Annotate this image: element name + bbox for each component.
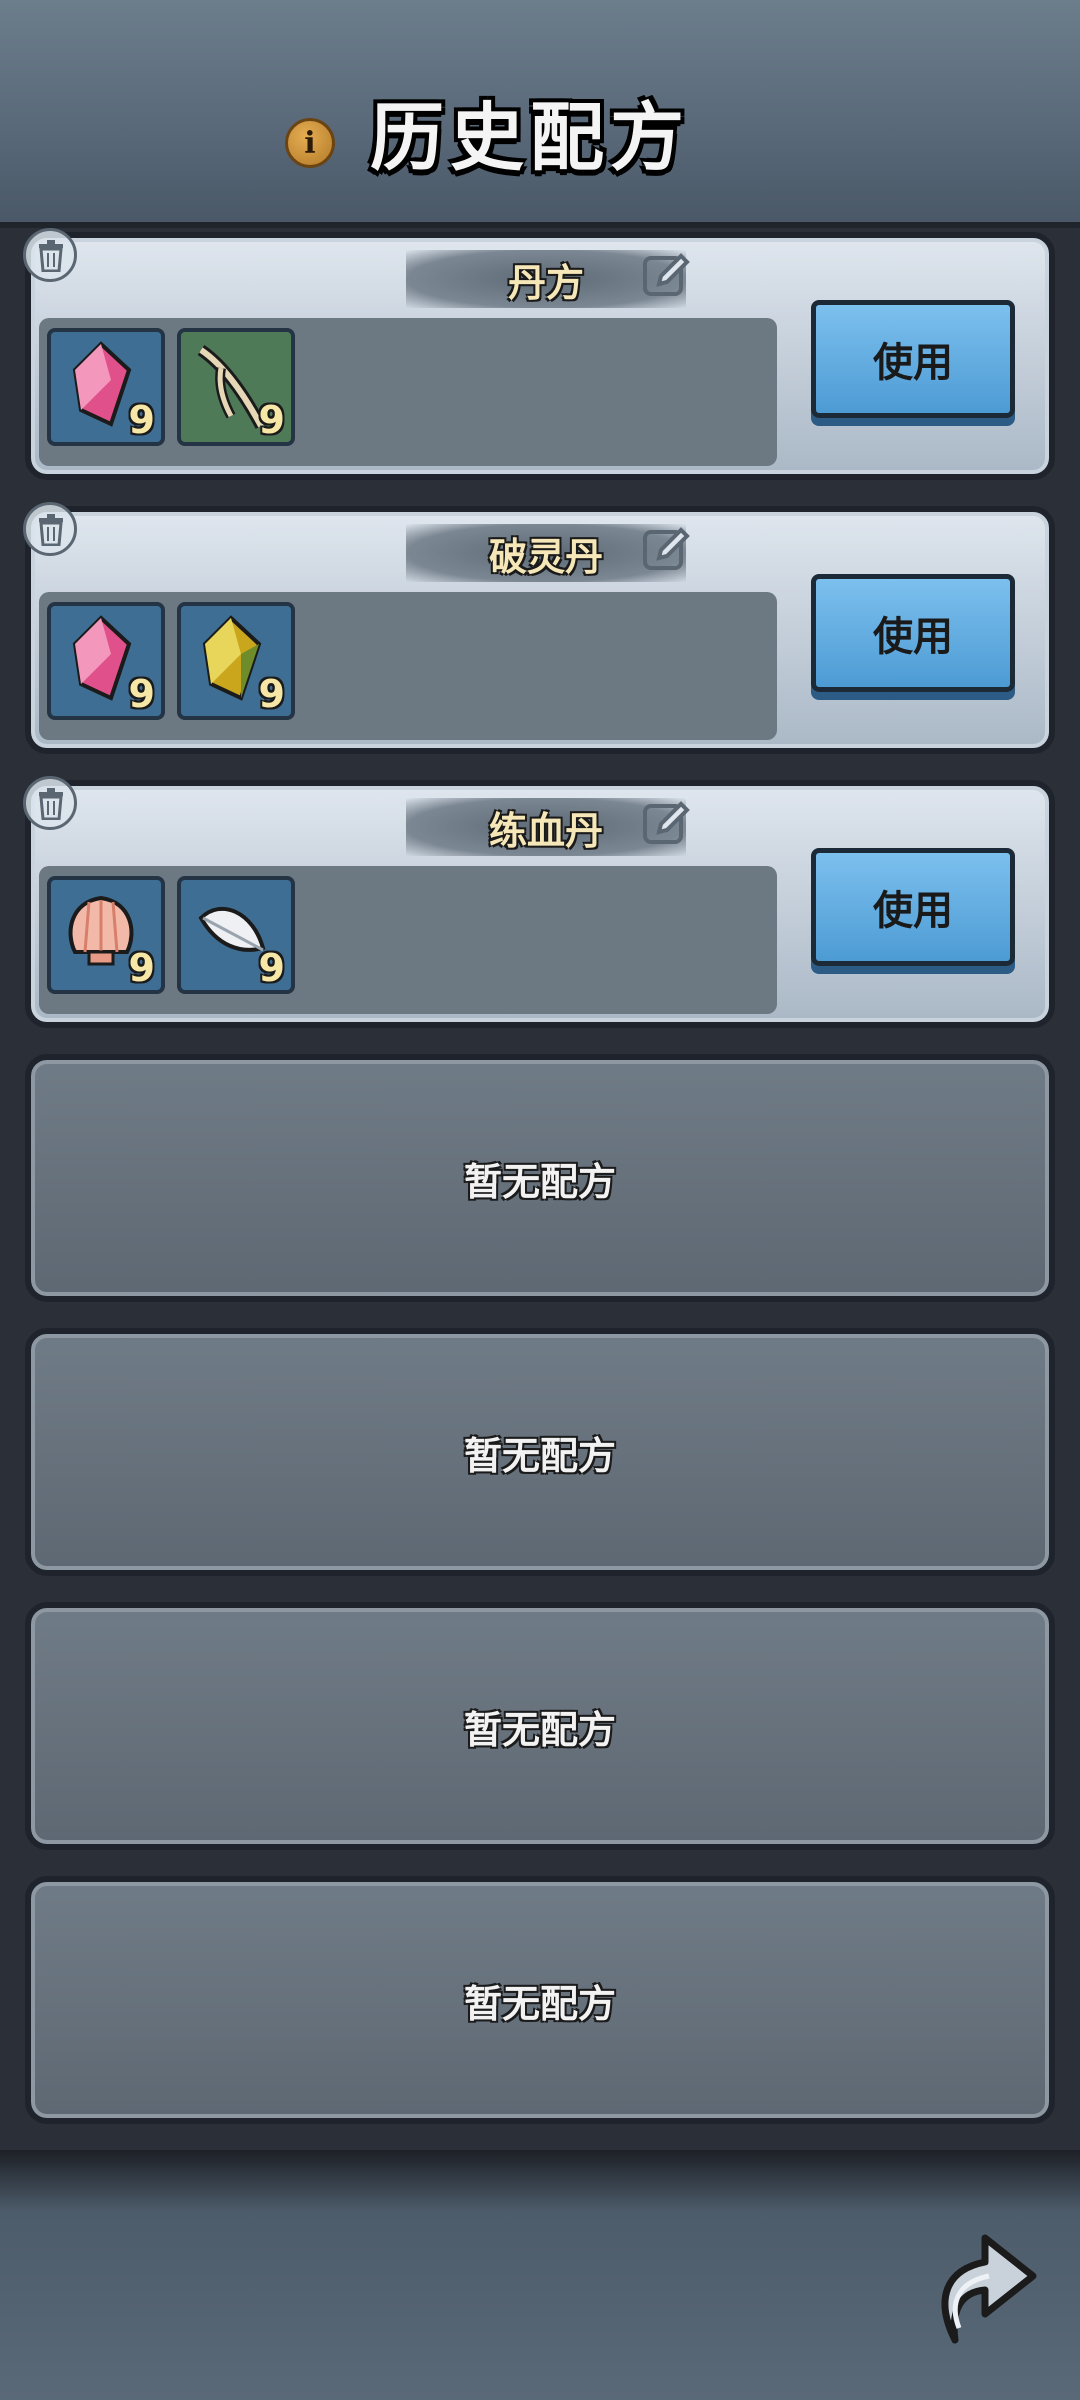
item-count: 9 — [258, 672, 285, 716]
trash-icon[interactable] — [23, 776, 77, 830]
use-button[interactable]: 使用 — [811, 574, 1015, 692]
use-button[interactable]: 使用 — [811, 300, 1015, 418]
empty-recipe-label: 暂无配方 — [463, 1432, 616, 1478]
header-bar: i 历史配方 — [0, 0, 1080, 228]
recipe-card: 破灵丹 9 9 使用 — [23, 502, 1055, 754]
use-button[interactable]: 使用 — [811, 848, 1015, 966]
empty-recipe-label: 暂无配方 — [463, 1706, 616, 1752]
item-count: 9 — [128, 398, 155, 442]
ingredient-slot[interactable]: 9 — [177, 876, 295, 994]
ingredient-slot[interactable]: 9 — [47, 328, 165, 446]
edit-icon[interactable] — [641, 250, 691, 300]
trash-icon[interactable] — [23, 228, 77, 282]
empty-recipe-card: 暂无配方 — [25, 1054, 1055, 1302]
ingredient-slot[interactable]: 9 — [47, 876, 165, 994]
empty-recipe-card: 暂无配方 — [25, 1876, 1055, 2124]
empty-recipe-label: 暂无配方 — [463, 1980, 616, 2026]
empty-recipe-card: 暂无配方 — [25, 1602, 1055, 1850]
ingredient-area: 9 9 — [39, 592, 777, 740]
item-count: 9 — [128, 946, 155, 990]
page-title: 历史配方 — [370, 95, 690, 181]
item-count: 9 — [258, 946, 285, 990]
ingredient-slot[interactable]: 9 — [177, 602, 295, 720]
empty-recipe-label: 暂无配方 — [463, 1158, 616, 1204]
recipe-card: 练血丹 9 9 使用 — [23, 776, 1055, 1028]
edit-icon[interactable] — [641, 524, 691, 574]
ingredient-slot[interactable]: 9 — [47, 602, 165, 720]
ingredient-area: 9 9 — [39, 318, 777, 466]
recipe-card: 丹方 9 9 使用 — [23, 228, 1055, 480]
edit-icon[interactable] — [641, 798, 691, 848]
item-count: 9 — [258, 398, 285, 442]
ingredient-slot[interactable]: 9 — [177, 328, 295, 446]
item-count: 9 — [128, 672, 155, 716]
ingredient-area: 9 9 — [39, 866, 777, 1014]
empty-recipe-card: 暂无配方 — [25, 1328, 1055, 1576]
back-arrow-icon[interactable] — [915, 2210, 1045, 2350]
trash-icon[interactable] — [23, 502, 77, 556]
info-icon[interactable]: i — [285, 118, 335, 168]
